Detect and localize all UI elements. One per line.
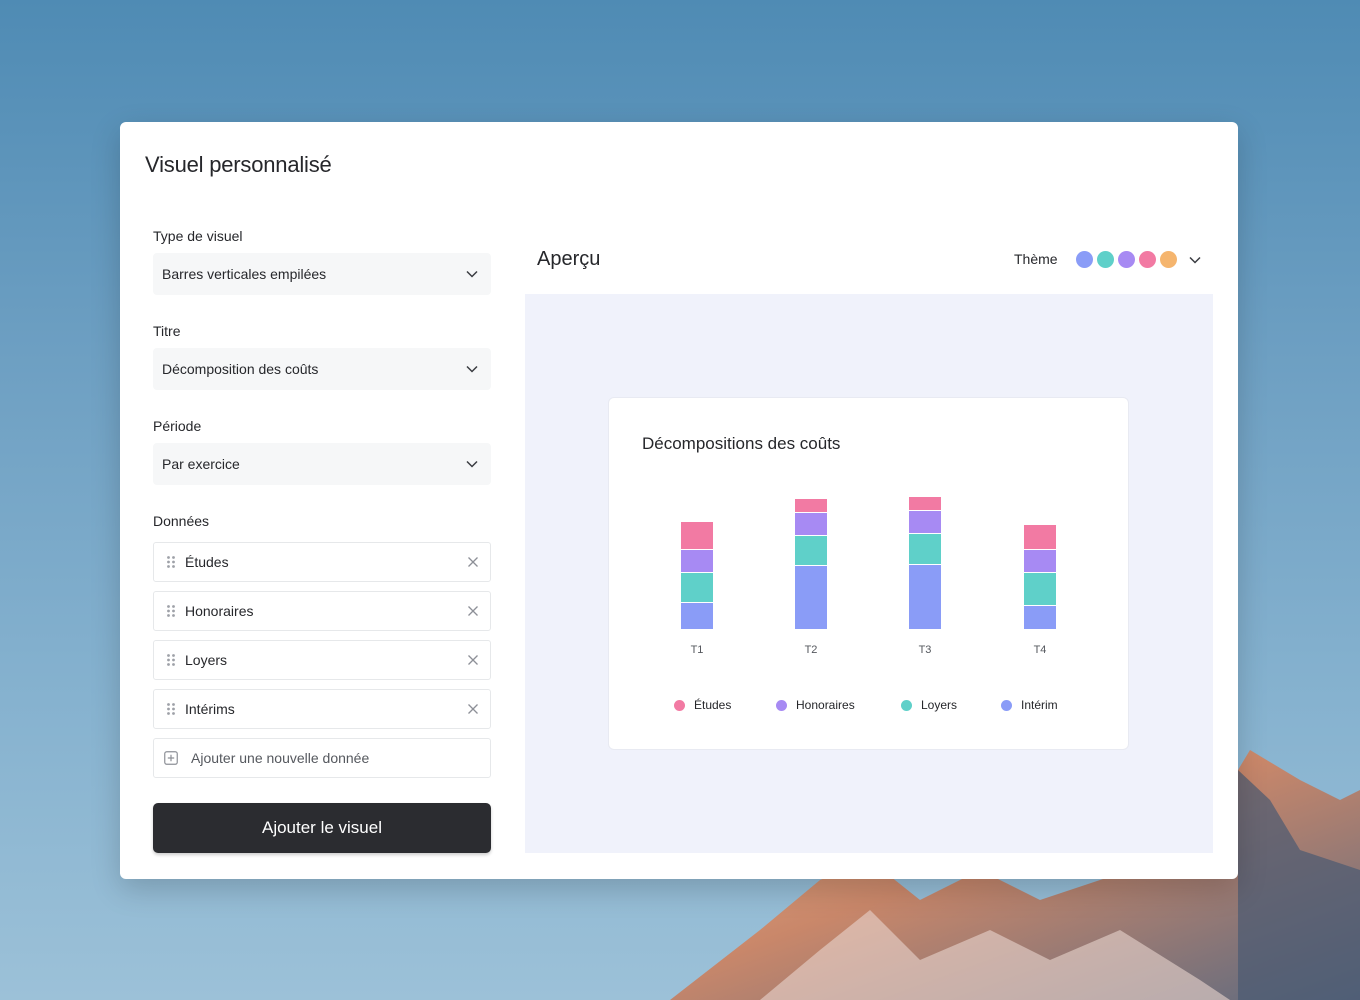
legend-swatch bbox=[674, 699, 685, 711]
bar-segment-T2-Loyers bbox=[795, 536, 827, 565]
legend-label: Honoraires bbox=[796, 698, 855, 712]
period-value: Par exercice bbox=[162, 456, 240, 472]
bar-segment-T2-Honoraires bbox=[795, 513, 827, 535]
bar-segment-T1-Loyers bbox=[681, 573, 713, 602]
chevron-down-icon[interactable] bbox=[1188, 253, 1202, 267]
bar-segment-T1-Honoraires bbox=[681, 550, 713, 572]
bar-segment-T2-Intérim bbox=[795, 566, 827, 629]
legend-swatch bbox=[776, 699, 787, 711]
drag-handle-icon[interactable] bbox=[166, 555, 176, 569]
bar-segment-T3-Intérim bbox=[909, 565, 941, 629]
period-label: Période bbox=[153, 418, 202, 434]
add-data-button[interactable]: Ajouter une nouvelle donnée bbox=[153, 738, 491, 778]
category-label: T4 bbox=[1034, 644, 1047, 656]
legend-item: Loyers bbox=[901, 698, 957, 712]
category-label: T3 bbox=[919, 644, 932, 656]
data-item-label: Loyers bbox=[185, 652, 228, 668]
legend-item: Honoraires bbox=[776, 698, 855, 712]
close-icon[interactable] bbox=[467, 703, 479, 715]
bar-segment-T4-Intérim bbox=[1024, 606, 1056, 629]
period-select[interactable]: Par exercice bbox=[153, 443, 491, 485]
data-item-label: Intérims bbox=[185, 701, 235, 717]
legend-label: Loyers bbox=[921, 698, 958, 712]
bar-segment-T4-Loyers bbox=[1024, 573, 1056, 605]
theme-color-dot[interactable] bbox=[1160, 251, 1177, 268]
bar-segment-T3-Loyers bbox=[909, 534, 941, 564]
theme-label: Thème bbox=[1014, 251, 1058, 267]
bar-segment-T2-Études bbox=[795, 499, 827, 512]
legend-label: Études bbox=[694, 698, 732, 712]
legend-item: Études bbox=[674, 698, 731, 712]
close-icon[interactable] bbox=[467, 654, 479, 666]
plus-square-icon bbox=[164, 751, 178, 765]
drag-handle-icon[interactable] bbox=[166, 604, 176, 618]
data-item-interims[interactable]: Intérims bbox=[153, 689, 491, 729]
legend-item: Intérim bbox=[1001, 698, 1058, 712]
close-icon[interactable] bbox=[467, 605, 479, 617]
add-visual-button[interactable]: Ajouter le visuel bbox=[153, 803, 491, 853]
legend-swatch bbox=[1001, 699, 1012, 711]
theme-color-picker[interactable] bbox=[1076, 251, 1181, 268]
visual-type-select[interactable]: Barres verticales empilées bbox=[153, 253, 491, 295]
bar-segment-T4-Honoraires bbox=[1024, 550, 1056, 572]
title-select[interactable]: Décomposition des coûts bbox=[153, 348, 491, 390]
bar-segment-T4-Études bbox=[1024, 525, 1056, 549]
chevron-down-icon bbox=[466, 365, 478, 373]
title-label: Titre bbox=[153, 323, 181, 339]
close-icon[interactable] bbox=[467, 556, 479, 568]
chart-card: Décompositions des coûts T1 T2 T3 T4 Études… bbox=[608, 397, 1129, 750]
category-label: T1 bbox=[691, 644, 704, 656]
theme-color-dot[interactable] bbox=[1097, 251, 1114, 268]
bar-segment-T3-Honoraires bbox=[909, 511, 941, 533]
data-item-label: Honoraires bbox=[185, 603, 254, 619]
chevron-down-icon bbox=[466, 270, 478, 278]
title-value: Décomposition des coûts bbox=[162, 361, 319, 377]
custom-visual-dialog: Visuel personnalisé Type de visuel Barre… bbox=[120, 122, 1238, 879]
data-label: Données bbox=[153, 513, 210, 529]
preview-area: Décompositions des coûts T1 T2 T3 T4 Études… bbox=[525, 294, 1213, 853]
bar-segment-T1-Intérim bbox=[681, 603, 713, 629]
data-item-label: Études bbox=[185, 554, 229, 570]
theme-color-dot[interactable] bbox=[1139, 251, 1156, 268]
visual-type-label: Type de visuel bbox=[153, 228, 243, 244]
drag-handle-icon[interactable] bbox=[166, 653, 176, 667]
drag-handle-icon[interactable] bbox=[166, 702, 176, 716]
add-data-label: Ajouter une nouvelle donnée bbox=[191, 750, 370, 766]
visual-type-value: Barres verticales empilées bbox=[162, 266, 327, 282]
legend-label: Intérim bbox=[1021, 698, 1058, 712]
theme-color-dot[interactable] bbox=[1118, 251, 1135, 268]
chevron-down-icon bbox=[466, 460, 478, 468]
theme-color-dot[interactable] bbox=[1076, 251, 1093, 268]
legend-swatch bbox=[901, 699, 912, 711]
preview-title: Aperçu bbox=[537, 248, 601, 270]
dialog-title: Visuel personnalisé bbox=[145, 152, 332, 177]
data-item-loyers[interactable]: Loyers bbox=[153, 640, 491, 680]
category-label: T2 bbox=[805, 644, 818, 656]
data-item-honoraires[interactable]: Honoraires bbox=[153, 591, 491, 631]
bar-segment-T3-Études bbox=[909, 497, 941, 510]
data-item-etudes[interactable]: Études bbox=[153, 542, 491, 582]
bar-segment-T1-Études bbox=[681, 522, 713, 549]
